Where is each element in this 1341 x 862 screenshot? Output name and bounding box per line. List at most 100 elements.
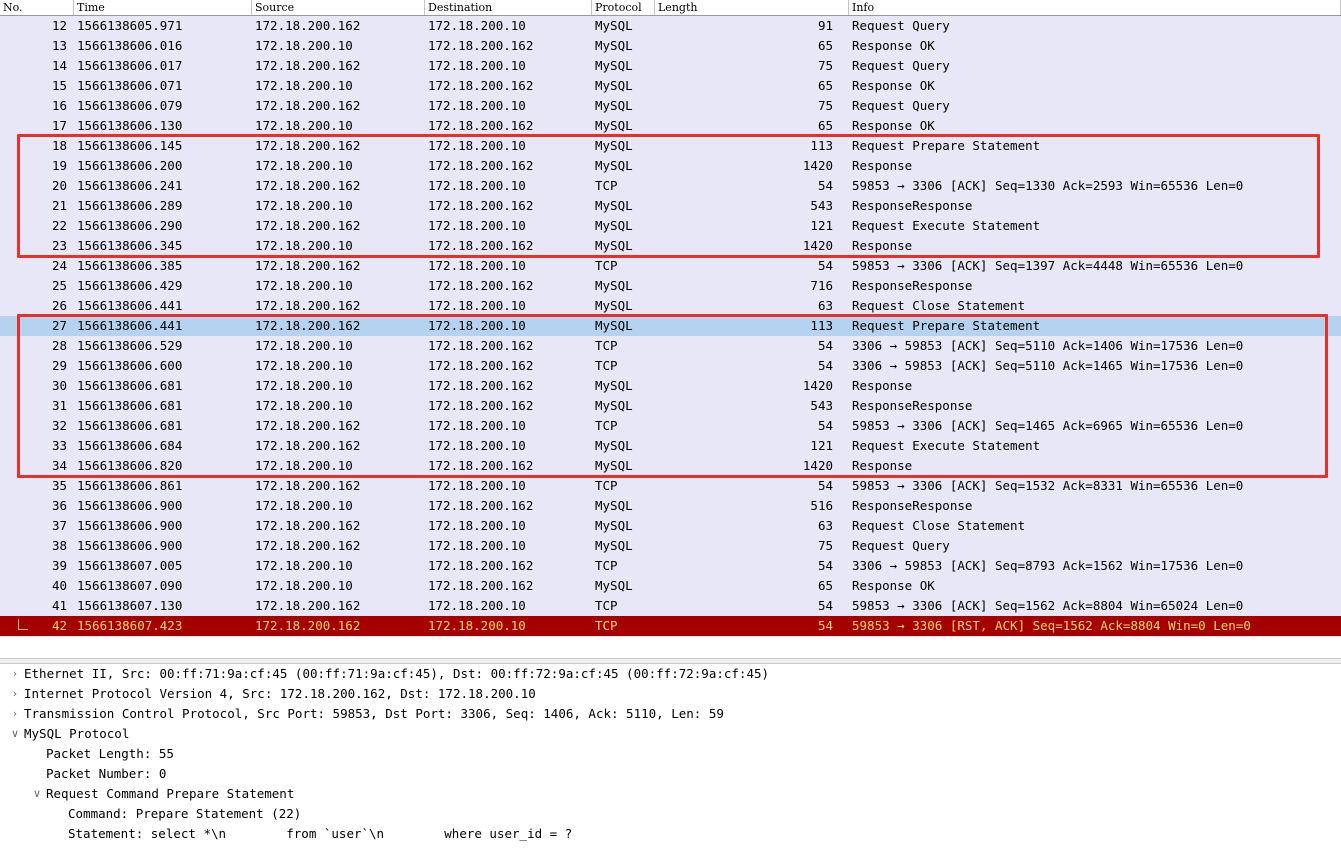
packet-row[interactable]: 42 1566138607.423 172.18.200.162 172.18.200… [0, 616, 1341, 636]
packet-row[interactable]: 41 1566138607.130 172.18.200.162 172.18.200… [0, 596, 1341, 616]
packet-cell-protocol: MySQL [595, 378, 633, 393]
packet-cell-source: 172.18.200.10 [255, 78, 353, 93]
packet-cell-source: 172.18.200.162 [255, 178, 361, 193]
packet-list-rows[interactable]: 12 1566138605.971 172.18.200.162 172.18.200… [0, 16, 1341, 637]
column-header-protocol[interactable]: Protocol [592, 0, 655, 15]
packet-row[interactable]: 40 1566138607.090 172.18.200.10 172.18.200.… [0, 576, 1341, 596]
detail-tree-row[interactable]: Packet Length: 55 [0, 744, 1341, 764]
packet-row[interactable]: 33 1566138606.684 172.18.200.162 172.18.200… [0, 436, 1341, 456]
packet-row[interactable]: 35 1566138606.861 172.18.200.162 172.18.200… [0, 476, 1341, 496]
packet-row[interactable]: 20 1566138606.241 172.18.200.162 172.18.200… [0, 176, 1341, 196]
packet-cell-time: 1566138606.071 [77, 78, 183, 93]
packet-cell-no: 16 [51, 98, 67, 113]
packet-row[interactable]: 25 1566138606.429 172.18.200.10 172.18.200.… [0, 276, 1341, 296]
detail-tree-label: Transmission Control Protocol, Src Port:… [24, 706, 724, 721]
packet-cell-dest: 172.18.200.162 [428, 38, 534, 53]
packet-cell-length: 54 [817, 478, 833, 493]
packet-cell-info: Request Close Statement [852, 518, 1026, 533]
packet-row[interactable]: 30 1566138606.681 172.18.200.10 172.18.200.… [0, 376, 1341, 396]
packet-row[interactable]: 16 1566138606.079 172.18.200.162 172.18.200… [0, 96, 1341, 116]
packet-cell-source: 172.18.200.162 [255, 138, 361, 153]
packet-cell-time: 1566138606.861 [77, 478, 183, 493]
packet-row[interactable]: 27 1566138606.441 172.18.200.162 172.18.200… [0, 316, 1341, 336]
packet-row[interactable]: 18 1566138606.145 172.18.200.162 172.18.200… [0, 136, 1341, 156]
packet-cell-length: 75 [817, 98, 833, 113]
packet-detail-pane[interactable]: › Ethernet II, Src: 00:ff:71:9a:cf:45 (00… [0, 664, 1341, 862]
packet-cell-protocol: TCP [595, 478, 618, 493]
packet-cell-length: 121 [810, 218, 833, 233]
detail-tree-row[interactable]: Packet Number: 0 [0, 764, 1341, 784]
detail-tree-row[interactable]: Statement: select *\n from `user`\n wher… [0, 824, 1341, 844]
packet-cell-dest: 172.18.200.162 [428, 158, 534, 173]
detail-tree-row[interactable]: › Internet Protocol Version 4, Src: 172.1… [0, 684, 1341, 704]
column-header-time[interactable]: Time [74, 0, 252, 15]
packet-row[interactable]: 34 1566138606.820 172.18.200.10 172.18.200.… [0, 456, 1341, 476]
packet-cell-source: 172.18.200.162 [255, 258, 361, 273]
column-header-no[interactable]: No. [0, 0, 74, 15]
chevron-right-icon[interactable]: › [8, 684, 22, 704]
packet-cell-protocol: MySQL [595, 298, 633, 313]
packet-row[interactable]: 15 1566138606.071 172.18.200.10 172.18.200.… [0, 76, 1341, 96]
packet-cell-time: 1566138606.681 [77, 418, 183, 433]
packet-cell-no: 20 [51, 178, 67, 193]
packet-row[interactable]: 21 1566138606.289 172.18.200.10 172.18.200.… [0, 196, 1341, 216]
packet-cell-protocol: MySQL [595, 118, 633, 133]
packet-cell-dest: 172.18.200.162 [428, 78, 534, 93]
packet-cell-no: 27 [51, 318, 67, 333]
packet-row[interactable]: 31 1566138606.681 172.18.200.10 172.18.200.… [0, 396, 1341, 416]
packet-cell-protocol: MySQL [595, 438, 633, 453]
packet-cell-dest: 172.18.200.10 [428, 518, 526, 533]
packet-cell-protocol: MySQL [595, 138, 633, 153]
packet-cell-dest: 172.18.200.10 [428, 98, 526, 113]
packet-row[interactable]: 19 1566138606.200 172.18.200.10 172.18.200.… [0, 156, 1341, 176]
packet-cell-length: 54 [817, 338, 833, 353]
column-header-dest[interactable]: Destination [425, 0, 592, 15]
packet-row[interactable]: 39 1566138607.005 172.18.200.10 172.18.200.… [0, 556, 1341, 576]
packet-row[interactable]: 36 1566138606.900 172.18.200.10 172.18.200.… [0, 496, 1341, 516]
packet-row[interactable]: 38 1566138606.900 172.18.200.162 172.18.200… [0, 536, 1341, 556]
packet-row[interactable]: 17 1566138606.130 172.18.200.10 172.18.200.… [0, 116, 1341, 136]
detail-tree-row[interactable]: ∨ Request Command Prepare Statement [0, 784, 1341, 804]
packet-cell-length: 54 [817, 418, 833, 433]
packet-cell-source: 172.18.200.10 [255, 558, 353, 573]
packet-cell-protocol: TCP [595, 558, 618, 573]
column-header-length[interactable]: Length [655, 0, 849, 15]
packet-cell-length: 65 [817, 78, 833, 93]
packet-row[interactable]: 22 1566138606.290 172.18.200.162 172.18.200… [0, 216, 1341, 236]
packet-row[interactable]: 23 1566138606.345 172.18.200.10 172.18.200.… [0, 236, 1341, 256]
detail-tree-row[interactable]: › Transmission Control Protocol, Src Port… [0, 704, 1341, 724]
detail-tree-label: Packet Number: 0 [46, 766, 167, 781]
packet-cell-no: 36 [51, 498, 67, 513]
packet-cell-no: 34 [51, 458, 67, 473]
chevron-right-icon[interactable]: › [8, 664, 22, 684]
detail-tree-row[interactable]: Command: Prepare Statement (22) [0, 804, 1341, 824]
packet-row[interactable]: 37 1566138606.900 172.18.200.162 172.18.200… [0, 516, 1341, 536]
chevron-down-icon[interactable]: ∨ [8, 724, 22, 744]
packet-row[interactable]: 26 1566138606.441 172.18.200.162 172.18.200… [0, 296, 1341, 316]
packet-cell-time: 1566138607.090 [77, 578, 183, 593]
packet-row[interactable]: 13 1566138606.016 172.18.200.10 172.18.200.… [0, 36, 1341, 56]
packet-cell-time: 1566138606.345 [77, 238, 183, 253]
packet-row[interactable]: 14 1566138606.017 172.18.200.162 172.18.200… [0, 56, 1341, 76]
packet-cell-dest: 172.18.200.162 [428, 498, 534, 513]
column-header-source[interactable]: Source [252, 0, 425, 15]
packet-row[interactable]: 12 1566138605.971 172.18.200.162 172.18.200… [0, 16, 1341, 36]
packet-row[interactable]: 29 1566138606.600 172.18.200.10 172.18.200.… [0, 356, 1341, 376]
detail-tree-row[interactable]: › Ethernet II, Src: 00:ff:71:9a:cf:45 (00… [0, 664, 1341, 684]
packet-list-pane[interactable]: No. Time Source Destination Protocol Length In… [0, 0, 1341, 637]
packet-cell-time: 1566138606.529 [77, 338, 183, 353]
packet-list-column-header[interactable]: No. Time Source Destination Protocol Length In… [0, 0, 1341, 16]
chevron-down-icon[interactable]: ∨ [30, 784, 44, 804]
packet-cell-length: 121 [810, 438, 833, 453]
packet-cell-length: 63 [817, 298, 833, 313]
packet-row[interactable]: 24 1566138606.385 172.18.200.162 172.18.200… [0, 256, 1341, 276]
packet-cell-length: 54 [817, 558, 833, 573]
packet-cell-time: 1566138607.005 [77, 558, 183, 573]
packet-cell-info: 59853 → 3306 [ACK] Seq=1532 Ack=8331 Win… [852, 478, 1244, 493]
detail-tree-row[interactable]: ∨ MySQL Protocol [0, 724, 1341, 744]
packet-row[interactable]: 32 1566138606.681 172.18.200.162 172.18.200… [0, 416, 1341, 436]
chevron-right-icon[interactable]: › [8, 704, 22, 724]
packet-row[interactable]: 28 1566138606.529 172.18.200.10 172.18.200.… [0, 336, 1341, 356]
packet-cell-dest: 172.18.200.162 [428, 118, 534, 133]
column-header-info[interactable]: Info [849, 0, 1341, 15]
